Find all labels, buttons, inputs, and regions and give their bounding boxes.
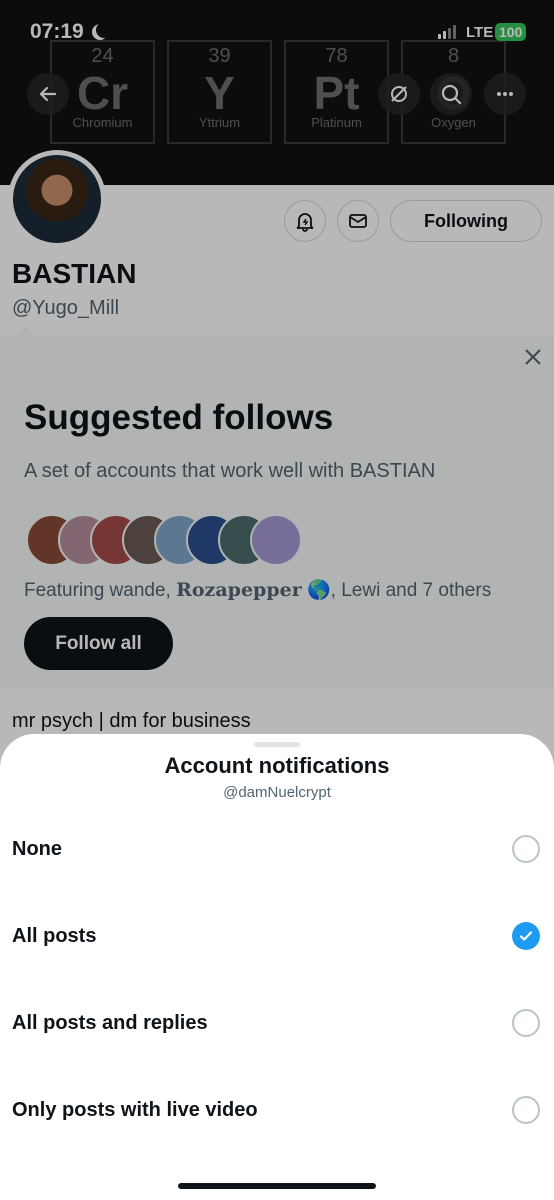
option-all-posts[interactable]: All posts	[0, 907, 554, 967]
option-all-posts-and-replies[interactable]: All posts and replies	[0, 994, 554, 1054]
option-label: Only posts with live video	[12, 1099, 258, 1121]
sheet-grabber[interactable]	[254, 742, 300, 747]
sheet-subtitle: @damNuelcrypt	[223, 784, 331, 801]
option-label: All posts and replies	[12, 1012, 208, 1034]
account-notifications-sheet: Account notifications @damNuelcrypt None…	[0, 734, 554, 1200]
radio-unselected-icon[interactable]	[512, 835, 540, 863]
option-label: None	[12, 838, 62, 860]
radio-unselected-icon[interactable]	[512, 1096, 540, 1124]
radio-checked-icon[interactable]	[512, 922, 540, 950]
sheet-title: Account notifications	[164, 753, 390, 778]
option-none[interactable]: None	[0, 820, 554, 880]
option-live-video[interactable]: Only posts with live video	[0, 1081, 554, 1141]
option-label: All posts	[12, 925, 97, 947]
checkmark-icon	[519, 931, 533, 941]
radio-unselected-icon[interactable]	[512, 1009, 540, 1037]
home-indicator[interactable]	[178, 1183, 376, 1189]
